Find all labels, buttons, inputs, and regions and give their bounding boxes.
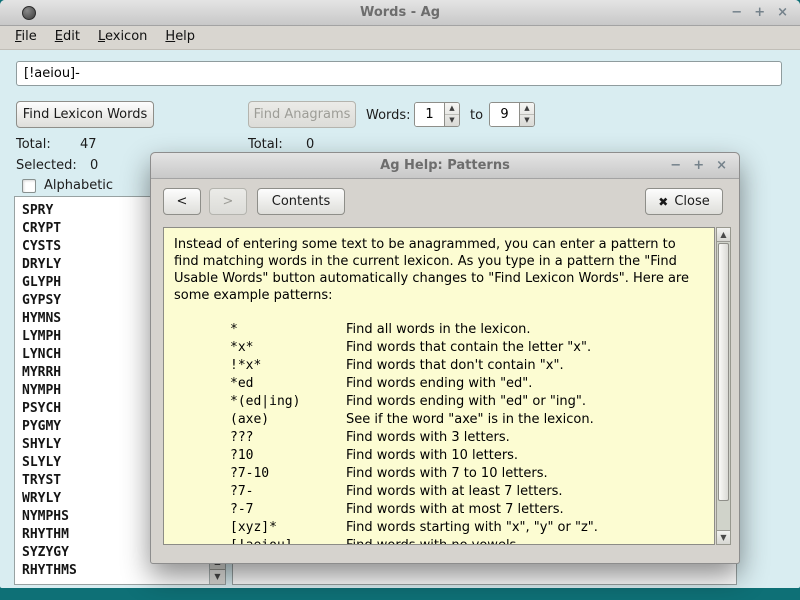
pattern-description: Find words starting with "x", "y" or "z"…	[346, 520, 598, 535]
close-x-icon: ✖	[658, 194, 669, 209]
help-dialog-title: Ag Help: Patterns	[380, 158, 510, 173]
pattern-row: ?7-10 Find words with 7 to 10 letters.	[174, 465, 704, 483]
pattern-text: [xyz]*	[230, 520, 277, 535]
help-back-button[interactable]: <	[163, 188, 201, 215]
spinner-steppers: ▲ ▼	[519, 103, 534, 126]
pattern-row: ?10 Find words with 10 letters.	[174, 447, 704, 465]
find-anagrams-button[interactable]: Find Anagrams	[248, 101, 356, 128]
pattern-text: *ed	[230, 376, 254, 391]
help-content: Instead of entering some text to be anag…	[163, 227, 715, 545]
pattern-row: [!aeiou]- Find words with no vowels.	[174, 537, 704, 544]
main-window-title: Words - Ag	[359, 5, 441, 20]
pattern-text: ?7-10	[230, 466, 270, 481]
pattern-description: Find words that don't contain "x".	[346, 358, 564, 373]
pattern-text: !*x*	[230, 358, 262, 373]
pattern-row: * Find all words in the lexicon.	[174, 321, 704, 339]
pattern-description: See if the word "axe" is in the lexicon.	[346, 412, 594, 427]
help-dialog-controls: − + ×	[670, 153, 727, 179]
alphabetic-checkbox[interactable]	[22, 179, 36, 193]
main-titlebar[interactable]: Words - Ag − + ×	[0, 0, 800, 26]
menu-item[interactable]: Edit	[46, 26, 89, 49]
selected-label: Selected:	[16, 158, 77, 173]
pattern-row: ?7- Find words with at least 7 letters.	[174, 483, 704, 501]
to-label: to	[470, 108, 484, 123]
spin-down-icon[interactable]: ▼	[445, 115, 459, 126]
help-close-button[interactable]: ✖ Close	[645, 188, 723, 215]
maximize-icon[interactable]: +	[754, 6, 765, 19]
pattern-text: *	[230, 322, 238, 337]
spin-up-icon[interactable]: ▲	[445, 103, 459, 115]
spin-up-icon[interactable]: ▲	[520, 103, 534, 115]
pattern-description: Find words ending with "ed".	[346, 376, 533, 391]
word-list-item[interactable]: RHYTHMS	[15, 562, 209, 580]
pattern-text: ?10	[230, 448, 254, 463]
minimize-icon[interactable]: −	[731, 6, 742, 19]
pattern-description: Find words with at most 7 letters.	[346, 502, 564, 517]
close-icon[interactable]: ×	[716, 159, 727, 172]
pattern-row: ??? Find words with 3 letters.	[174, 429, 704, 447]
pattern-row: [xyz]* Find words starting with "x", "y"…	[174, 519, 704, 537]
pattern-row: *x* Find words that contain the letter "…	[174, 339, 704, 357]
left-total-value: 47	[80, 137, 97, 152]
right-total-value: 0	[306, 137, 315, 152]
help-contents-button[interactable]: Contents	[257, 188, 345, 215]
words-label: Words:	[366, 108, 411, 123]
menubar: File Edit Lexicon Help	[0, 26, 800, 50]
alphabetic-label: Alphabetic	[44, 178, 114, 193]
help-scrollbar[interactable]: ▲ ▼	[716, 227, 731, 545]
pattern-row: ?-7 Find words with at most 7 letters.	[174, 501, 704, 519]
pattern-row: (axe) See if the word "axe" is in the le…	[174, 411, 704, 429]
maximize-icon[interactable]: +	[693, 159, 704, 172]
pattern-row: !*x* Find words that don't contain "x".	[174, 357, 704, 375]
pattern-input[interactable]	[16, 61, 782, 86]
left-total-label: Total:	[16, 137, 51, 152]
spin-down-icon[interactable]: ▼	[520, 115, 534, 126]
pattern-text: (axe)	[230, 412, 270, 427]
pattern-text: *x*	[230, 340, 254, 355]
pattern-description: Find words with at least 7 letters.	[346, 484, 563, 499]
words-from-value[interactable]: 1	[415, 103, 444, 126]
pattern-text: ?7-	[230, 484, 254, 499]
help-dialog: Ag Help: Patterns − + × < > Contents ✖ C…	[150, 152, 740, 564]
help-intro-text: Instead of entering some text to be anag…	[174, 237, 689, 303]
menu-item[interactable]: Help	[156, 26, 204, 49]
minimize-icon[interactable]: −	[670, 159, 681, 172]
close-icon[interactable]: ×	[777, 6, 788, 19]
scroll-up-icon[interactable]: ▲	[717, 228, 730, 242]
pattern-description: Find words with no vowels.	[346, 537, 704, 544]
pattern-text: [!aeiou]-	[230, 537, 346, 544]
pattern-description: Find all words in the lexicon.	[346, 322, 531, 337]
words-to-value[interactable]: 9	[490, 103, 519, 126]
words-to-spinner[interactable]: 9 ▲ ▼	[489, 102, 535, 127]
pattern-examples: * Find all words in the lexicon. *x* Fin…	[174, 321, 704, 544]
close-button-label: Close	[674, 194, 710, 209]
pattern-description: Find words with 3 letters.	[346, 430, 510, 445]
right-total-label: Total:	[248, 137, 283, 152]
pattern-text: ???	[230, 430, 254, 445]
menu-item[interactable]: File	[6, 26, 46, 49]
help-dialog-titlebar[interactable]: Ag Help: Patterns − + ×	[151, 153, 739, 179]
pattern-description: Find words ending with "ed" or "ing".	[346, 394, 587, 409]
help-forward-button[interactable]: >	[209, 188, 247, 215]
pattern-description: Find words with 10 letters.	[346, 448, 519, 463]
pattern-text: ?-7	[230, 502, 254, 517]
find-lexicon-words-button[interactable]: Find Lexicon Words	[16, 101, 154, 128]
menu-item[interactable]: Lexicon	[89, 26, 156, 49]
window-menu-icon[interactable]	[22, 6, 36, 20]
pattern-row: *ed Find words ending with "ed".	[174, 375, 704, 393]
pattern-description: Find words with 7 to 10 letters.	[346, 466, 548, 481]
spinner-steppers: ▲ ▼	[444, 103, 459, 126]
scrollbar-thumb[interactable]	[718, 243, 729, 501]
pattern-row: *(ed|ing) Find words ending with "ed" or…	[174, 393, 704, 411]
words-from-spinner[interactable]: 1 ▲ ▼	[414, 102, 460, 127]
main-window-controls: − + ×	[731, 0, 788, 26]
pattern-text: *(ed|ing)	[230, 394, 301, 409]
selected-value: 0	[90, 158, 99, 173]
desktop: Words - Ag − + × File Edit Lexicon Help …	[0, 0, 800, 600]
scroll-down-icon[interactable]: ▼	[717, 530, 730, 544]
pattern-description: Find words that contain the letter "x".	[346, 340, 592, 355]
scroll-down-icon[interactable]: ▼	[210, 569, 225, 584]
